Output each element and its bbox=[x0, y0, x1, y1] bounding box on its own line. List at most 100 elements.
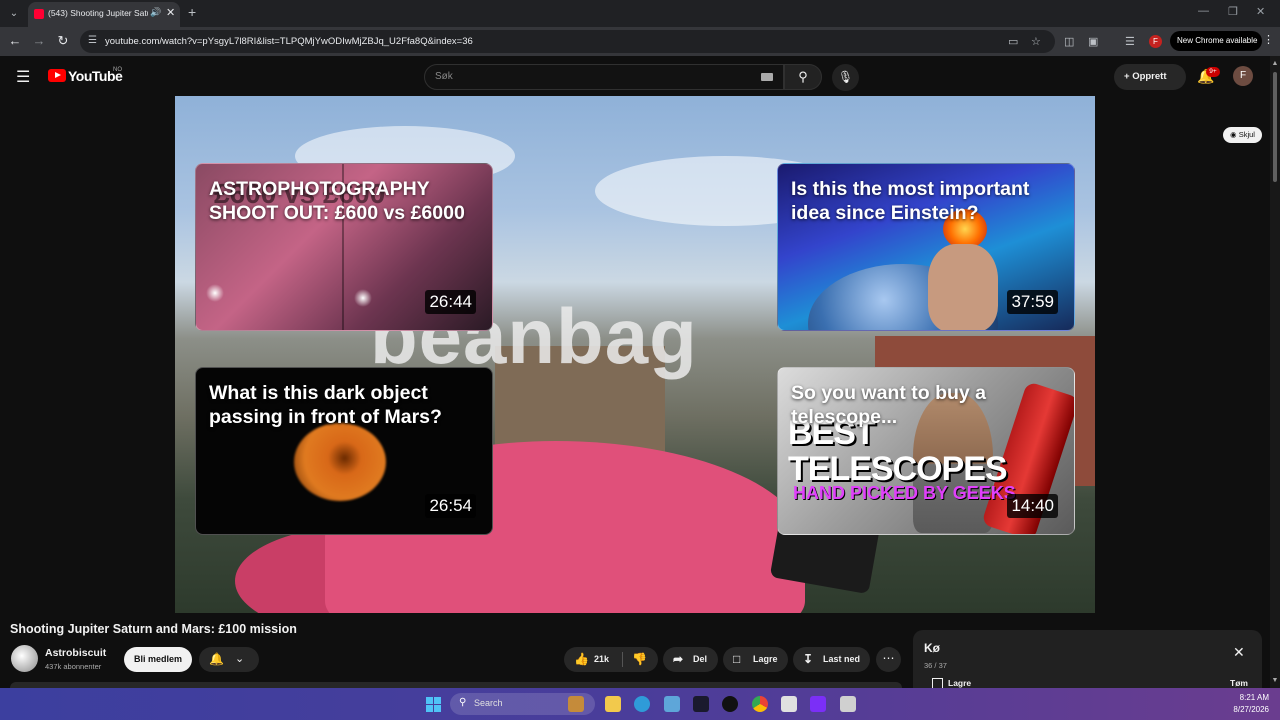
join-button[interactable]: Bli medlem bbox=[124, 647, 192, 672]
endcard-thumb-subtext: HAND PICKED BY GEEKS bbox=[793, 483, 1016, 503]
star-shape bbox=[206, 284, 224, 302]
bell-icon: 🔔 bbox=[209, 652, 224, 666]
endcard-title: ASTROPHOTOGRAPHY SHOOT OUT: £600 vs £600… bbox=[209, 178, 465, 225]
forward-icon[interactable]: → bbox=[31, 33, 47, 48]
chevron-down-icon: ⌄ bbox=[235, 653, 245, 665]
tab-group-icon[interactable]: ◫ bbox=[1064, 35, 1074, 48]
address-bar[interactable]: ☰ youtube.com/watch?v=pYsgyL7l8RI&list=T… bbox=[80, 30, 1055, 53]
windows-start-icon[interactable] bbox=[426, 697, 441, 712]
search-icon: ⚲ bbox=[459, 697, 467, 708]
site-info-icon[interactable]: ☰ bbox=[88, 35, 97, 46]
presenter-face-shape bbox=[928, 244, 998, 330]
tab-search-chevron-icon[interactable]: ⌄ bbox=[6, 6, 22, 22]
widget-animal-icon[interactable] bbox=[568, 696, 584, 712]
star-shape bbox=[354, 289, 372, 307]
edge-browser-icon[interactable] bbox=[634, 696, 650, 712]
endcard-video-3[interactable]: What is this dark object passing in fron… bbox=[195, 367, 493, 535]
voice-search-button[interactable]: 🎙 bbox=[832, 64, 859, 91]
endcard-video-1[interactable]: £600 vs £600 ASTROPHOTOGRAPHY SHOOT OUT:… bbox=[195, 163, 493, 331]
scroll-up-icon[interactable]: ▲ bbox=[1270, 60, 1280, 67]
chrome-icon[interactable] bbox=[752, 696, 768, 712]
close-queue-icon[interactable]: ✕ bbox=[1233, 644, 1245, 661]
browser-menu-icon[interactable]: ⋮ bbox=[1263, 33, 1274, 46]
share-icon: ➦ bbox=[673, 652, 684, 666]
endcard-duration: 26:44 bbox=[425, 290, 476, 314]
video-title: Shooting Jupiter Saturn and Mars: £100 m… bbox=[10, 622, 297, 636]
menu-icon[interactable]: ☰ bbox=[16, 67, 30, 87]
save-queue-icon[interactable] bbox=[932, 678, 943, 688]
restore-icon[interactable]: ❐ bbox=[1228, 5, 1238, 18]
search-placeholder: Søk bbox=[435, 71, 453, 82]
browser-profile-avatar[interactable]: F bbox=[1149, 35, 1162, 48]
endcard-title: What is this dark object passing in fron… bbox=[209, 382, 442, 429]
subscriber-count: 437k abonnenter bbox=[45, 662, 102, 671]
save-button[interactable]: □ Lagre bbox=[723, 647, 788, 672]
channel-name[interactable]: Astrobiscuit bbox=[45, 647, 106, 659]
browser-tab-active[interactable]: (543) Shooting Jupiter Satu 🔊 ✕ bbox=[28, 2, 180, 27]
minimize-icon[interactable]: — bbox=[1198, 5, 1209, 17]
clock-time[interactable]: 8:21 AM bbox=[1225, 693, 1269, 702]
hide-label: Skjul bbox=[1238, 130, 1255, 139]
app-icon[interactable] bbox=[693, 696, 709, 712]
notification-count-badge: 9+ bbox=[1206, 67, 1220, 77]
endcard-duration: 37:59 bbox=[1007, 290, 1058, 314]
more-actions-button[interactable]: ⋯ bbox=[876, 647, 901, 672]
file-explorer-icon[interactable] bbox=[605, 696, 621, 712]
new-tab-icon[interactable]: + bbox=[188, 4, 196, 20]
search-input[interactable]: Søk bbox=[424, 64, 784, 90]
create-label: Opprett bbox=[1132, 71, 1167, 82]
tab-title: (543) Shooting Jupiter Satu bbox=[48, 8, 148, 18]
save-label: Lagre bbox=[753, 654, 778, 664]
channel-avatar[interactable] bbox=[11, 645, 38, 672]
app-icon[interactable] bbox=[810, 696, 826, 712]
close-tab-icon[interactable]: ✕ bbox=[166, 6, 175, 19]
search-button[interactable]: ⚲ bbox=[784, 64, 822, 90]
reading-list-icon[interactable]: ☰ bbox=[1125, 35, 1135, 48]
clock-date[interactable]: 8/27/2026 bbox=[1225, 705, 1269, 714]
youtube-favicon-icon bbox=[34, 9, 44, 19]
share-button[interactable]: ➦ Del bbox=[663, 647, 718, 672]
download-button[interactable]: ↧ Last ned bbox=[793, 647, 870, 672]
reload-icon[interactable]: ↻ bbox=[55, 33, 71, 49]
app-icon[interactable] bbox=[722, 696, 738, 712]
cast-icon[interactable]: ▭ bbox=[1008, 35, 1018, 48]
queue-title: Kø bbox=[924, 641, 940, 655]
new-chrome-available-button[interactable]: New Chrome available bbox=[1170, 31, 1262, 51]
browser-toolbar: ← → ↻ ☰ youtube.com/watch?v=pYsgyL7l8RI&… bbox=[0, 27, 1280, 56]
search-icon: ⚲ bbox=[798, 69, 808, 84]
bookmark-star-icon[interactable]: ☆ bbox=[1031, 35, 1041, 48]
speaker-icon[interactable]: 🔊 bbox=[150, 7, 161, 18]
app-icon[interactable] bbox=[664, 696, 680, 712]
video-player[interactable]: beanbag £600 vs £600 ASTROPHOTOGRAPHY SH… bbox=[175, 96, 1095, 613]
share-label: Del bbox=[693, 654, 708, 664]
url-text[interactable]: youtube.com/watch?v=pYsgyL7l8RI&list=TLP… bbox=[105, 36, 473, 47]
scroll-down-icon[interactable]: ▼ bbox=[1270, 677, 1280, 684]
save-queue-button[interactable]: Lagre bbox=[948, 678, 971, 688]
extensions-icon[interactable]: ▣ bbox=[1088, 35, 1098, 48]
window-close-icon[interactable]: ✕ bbox=[1256, 5, 1265, 18]
create-button[interactable]: + Opprett bbox=[1114, 64, 1186, 90]
keyboard-icon[interactable] bbox=[761, 73, 773, 81]
microphone-icon: 🎙 bbox=[837, 70, 854, 84]
scroll-thumb[interactable] bbox=[1273, 72, 1277, 182]
endcard-title: Is this the most important idea since Ei… bbox=[791, 178, 1030, 225]
endcard-video-4[interactable]: BEST TELESCOPES HAND PICKED BY GEEKS So y… bbox=[777, 367, 1075, 535]
queue-position: 36 / 37 bbox=[924, 661, 947, 670]
back-icon[interactable]: ← bbox=[7, 33, 23, 48]
endcard-duration: 14:40 bbox=[1007, 494, 1058, 518]
account-avatar[interactable]: F bbox=[1233, 66, 1253, 86]
subscription-notifications-button[interactable]: 🔔 ⌄ bbox=[199, 647, 259, 672]
download-label: Last ned bbox=[823, 654, 861, 664]
app-icon[interactable] bbox=[840, 696, 856, 712]
more-horizontal-icon: ⋯ bbox=[882, 651, 895, 665]
like-count[interactable]: 21k bbox=[594, 647, 609, 672]
clear-queue-button[interactable]: Tøm bbox=[1230, 678, 1248, 688]
browser-tab-strip: ⌄ (543) Shooting Jupiter Satu 🔊 ✕ + — ❐ … bbox=[0, 0, 1280, 27]
page-scrollbar[interactable]: ▲ ▼ bbox=[1270, 56, 1280, 688]
dislike-icon[interactable]: 👎 bbox=[632, 647, 647, 672]
youtube-logo-icon[interactable] bbox=[48, 69, 66, 82]
endcard-video-2[interactable]: Is this the most important idea since Ei… bbox=[777, 163, 1075, 331]
like-icon[interactable]: 👍 bbox=[574, 647, 589, 672]
hide-endcards-button[interactable]: ◉ Skjul bbox=[1223, 127, 1262, 143]
app-icon[interactable] bbox=[781, 696, 797, 712]
